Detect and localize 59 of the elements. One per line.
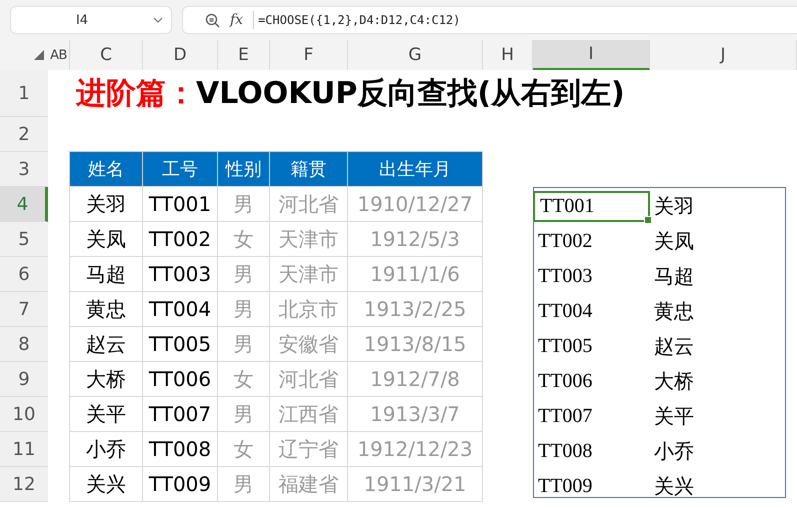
column-header[interactable]: H bbox=[483, 40, 533, 70]
row-header[interactable]: 12 bbox=[0, 467, 48, 502]
row-header[interactable]: 5 bbox=[0, 222, 48, 257]
result-cell[interactable]: TT002 bbox=[533, 226, 650, 257]
zoom-icon[interactable] bbox=[205, 12, 220, 28]
column-header[interactable]: G bbox=[348, 40, 483, 70]
column-header[interactable]: I bbox=[533, 40, 650, 70]
result-cell[interactable]: 关羽 bbox=[650, 191, 786, 222]
column-header[interactable]: E bbox=[218, 40, 270, 70]
result-cell[interactable]: TT003 bbox=[533, 261, 650, 292]
row-header[interactable]: 9 bbox=[0, 362, 48, 397]
formula-text: =CHOOSE({1,2},D4:D12,C4:C12) bbox=[258, 13, 460, 27]
table-header-cell: 出生年月 bbox=[347, 151, 483, 187]
table-header-cell: 籍贯 bbox=[269, 151, 348, 187]
table-cell: 1910/12/27 bbox=[347, 186, 483, 222]
column-header[interactable]: F bbox=[270, 40, 348, 70]
column-header[interactable]: J bbox=[650, 40, 797, 70]
select-all-icon[interactable] bbox=[34, 50, 44, 60]
function-icon[interactable]: fx bbox=[230, 12, 244, 28]
result-cell[interactable]: 关平 bbox=[650, 401, 786, 432]
table-header-cell: 工号 bbox=[142, 151, 218, 187]
row-header[interactable]: 6 bbox=[0, 257, 48, 292]
sheet-title: 进阶篇： bbox=[76, 75, 196, 113]
fill-handle[interactable] bbox=[644, 216, 652, 224]
formula-bar[interactable]: fx =CHOOSE({1,2},D4:D12,C4:C12) bbox=[182, 6, 797, 34]
result-cell[interactable]: 关兴 bbox=[650, 471, 786, 502]
result-cell[interactable]: 黄忠 bbox=[650, 296, 786, 327]
name-box[interactable]: I4 bbox=[10, 6, 172, 34]
result-cell[interactable]: 马超 bbox=[650, 261, 786, 292]
sheet-title: VLOOKUP反向查找(从右到左) bbox=[196, 75, 625, 113]
row-header[interactable]: 1 bbox=[0, 70, 48, 117]
column-header[interactable]: C bbox=[70, 40, 143, 70]
result-cell[interactable]: 小乔 bbox=[650, 436, 786, 467]
result-cell[interactable]: 关凤 bbox=[650, 226, 786, 257]
result-cell[interactable]: 赵云 bbox=[650, 331, 786, 362]
result-cell[interactable]: TT005 bbox=[533, 331, 650, 362]
row-header[interactable]: 10 bbox=[0, 397, 48, 432]
result-cell[interactable]: TT007 bbox=[533, 401, 650, 432]
result-cell[interactable]: TT009 bbox=[533, 471, 650, 502]
active-cell[interactable]: TT001 bbox=[533, 191, 650, 222]
row-header[interactable]: 7 bbox=[0, 292, 48, 327]
row-header[interactable]: 2 bbox=[0, 117, 48, 152]
row-header[interactable]: 3 bbox=[0, 152, 48, 187]
result-cell[interactable]: TT006 bbox=[533, 366, 650, 397]
column-header[interactable]: AB bbox=[48, 40, 70, 70]
table-header-cell: 性别 bbox=[217, 151, 270, 187]
row-header[interactable]: 11 bbox=[0, 432, 48, 467]
column-header[interactable]: D bbox=[143, 40, 218, 70]
table-cell: 关兴 bbox=[69, 466, 143, 502]
row-header[interactable]: 8 bbox=[0, 327, 48, 362]
cell-reference: I4 bbox=[74, 12, 90, 28]
result-cell[interactable]: TT008 bbox=[533, 436, 650, 467]
table-cell: 1911/3/21 bbox=[347, 466, 483, 502]
dropdown-caret-icon[interactable] bbox=[153, 17, 163, 23]
row-header[interactable]: 4 bbox=[0, 187, 48, 222]
table-header-cell: 姓名 bbox=[69, 151, 143, 187]
result-cell[interactable]: TT004 bbox=[533, 296, 650, 327]
result-cell[interactable]: 大桥 bbox=[650, 366, 786, 397]
table-cell: 关羽 bbox=[69, 186, 143, 222]
